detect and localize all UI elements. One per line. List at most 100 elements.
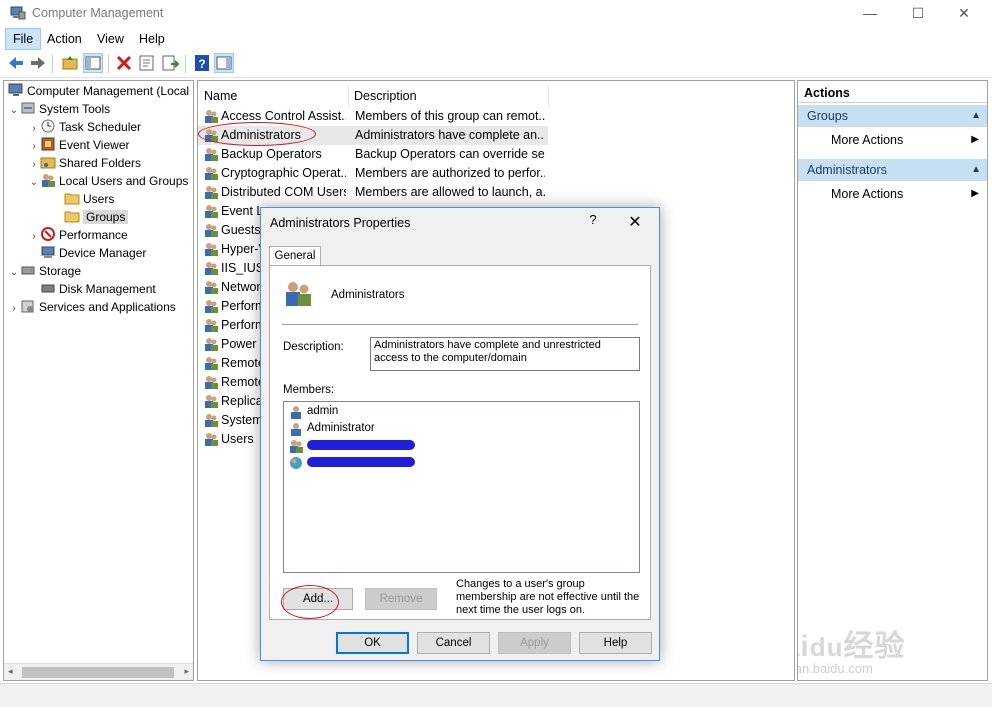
tree-item-computer-management[interactable]: Computer Management (Local [8, 82, 189, 100]
group-icon [290, 440, 303, 453]
group-icon [205, 110, 218, 123]
tree-item-shared-folders[interactable]: › Shared Folders [28, 154, 141, 172]
tree-horizontal-scrollbar[interactable]: ◂ ▸ [4, 663, 193, 680]
group-name-cell: Cryptographic Operat... [221, 166, 346, 180]
console-tree-icon [85, 56, 101, 70]
ok-button[interactable]: OK [336, 632, 409, 654]
red-annotation-add-button [281, 585, 339, 619]
menu-action[interactable]: Action [40, 28, 89, 50]
expanded-chevron-icon[interactable]: ⌄ [28, 174, 40, 192]
member-item-redacted[interactable] [287, 454, 487, 471]
properties-icon [139, 55, 154, 71]
redaction-scribble [307, 440, 415, 450]
group-icon [205, 167, 218, 180]
column-header-name[interactable]: Name [198, 85, 348, 107]
menu-file[interactable]: File [5, 28, 42, 50]
dialog-close-button[interactable]: ✕ [623, 212, 647, 232]
dialog-help-button[interactable]: ? [583, 212, 603, 232]
group-icon [205, 224, 218, 237]
collapse-up-icon[interactable]: ▲ [971, 105, 981, 127]
group-icon [205, 281, 218, 294]
show-hide-console-tree-button[interactable] [83, 53, 103, 73]
window-title: Computer Management [32, 6, 164, 20]
scroll-right-icon[interactable]: ▸ [184, 666, 189, 677]
system-tools-icon [21, 102, 35, 114]
computer-management-icon [10, 6, 26, 20]
event-viewer-icon [41, 137, 55, 151]
minimize-button[interactable]: — [848, 2, 892, 24]
title-bar: Computer Management — ☐ ✕ [0, 0, 992, 26]
help-button[interactable]: ? [192, 53, 212, 73]
action-pane-icon [216, 56, 232, 70]
user-icon [291, 423, 301, 436]
back-button[interactable] [6, 53, 26, 73]
svg-text:?: ? [198, 57, 205, 71]
storage-icon [21, 266, 35, 275]
group-description-cell: Administrators have complete an... [355, 128, 545, 142]
scrollbar-thumb[interactable] [22, 667, 174, 678]
members-list[interactable]: admin Administrator [283, 401, 640, 573]
tree-item-performance[interactable]: › Performance [28, 226, 128, 244]
description-field[interactable]: Administrators have complete and unrestr… [370, 337, 640, 371]
tree-item-device-manager[interactable]: Device Manager [40, 244, 146, 262]
collapse-up-icon[interactable]: ▲ [971, 159, 981, 181]
group-icon [205, 262, 218, 275]
menu-bar: File Action View Help [0, 28, 992, 50]
group-description-cell: Backup Operators can override se... [355, 147, 545, 161]
table-row[interactable]: Backup Operators Backup Operators can ove… [198, 145, 548, 164]
menu-view[interactable]: View [90, 28, 131, 50]
tree-item-local-users-groups[interactable]: ⌄ Local Users and Groups [28, 172, 188, 190]
tree-item-disk-management[interactable]: Disk Management [40, 280, 156, 298]
tree-item-storage[interactable]: ⌄ Storage [8, 262, 81, 280]
group-name-cell: Distributed COM Users [221, 185, 346, 199]
member-item-redacted[interactable] [287, 437, 487, 454]
group-icon [205, 433, 218, 446]
status-bar [0, 683, 992, 707]
maximize-button[interactable]: ☐ [896, 2, 940, 24]
collapsed-chevron-icon[interactable]: › [28, 228, 40, 246]
forward-button[interactable] [28, 53, 48, 73]
tree-item-services-applications[interactable]: › Services and Applications [8, 298, 175, 318]
actions-section-groups[interactable]: Groups ▲ [798, 105, 987, 127]
tree-item-groups[interactable]: Groups [64, 208, 129, 226]
cancel-button[interactable]: Cancel [417, 632, 490, 654]
more-actions-administrators[interactable]: More Actions ▶ [798, 183, 987, 205]
delete-button[interactable] [114, 53, 134, 73]
expanded-chevron-icon[interactable]: ⌄ [8, 264, 20, 282]
tree-item-event-viewer[interactable]: › Event Viewer [28, 136, 129, 154]
tab-general[interactable]: General [269, 246, 321, 266]
disk-icon [41, 284, 55, 293]
members-label: Members: [283, 384, 335, 396]
scroll-left-icon[interactable]: ◂ [8, 666, 13, 677]
column-header-description[interactable]: Description [348, 85, 548, 107]
apply-button[interactable]: Apply [498, 632, 571, 654]
properties-button[interactable] [137, 53, 157, 73]
baidu-watermark-logo: Baidu经验 [798, 630, 906, 663]
tree-item-users[interactable]: Users [64, 190, 114, 208]
group-icon [205, 243, 218, 256]
tree-item-system-tools[interactable]: ⌄ System Tools [8, 100, 110, 118]
more-actions-groups[interactable]: More Actions ▶ [798, 129, 987, 151]
group-icon [205, 338, 218, 351]
remove-button[interactable]: Remove [365, 588, 437, 610]
up-folder-button[interactable] [60, 53, 80, 73]
expanded-chevron-icon[interactable]: ⌄ [8, 102, 20, 120]
membership-note: Changes to a user's group membership are… [456, 578, 640, 616]
group-description-cell: Members are allowed to launch, a... [355, 185, 545, 199]
actions-section-administrators[interactable]: Administrators ▲ [798, 159, 987, 181]
close-window-button[interactable]: ✕ [942, 2, 986, 24]
separator [282, 324, 638, 325]
group-icon [205, 414, 218, 427]
export-list-button[interactable] [160, 53, 180, 73]
clock-icon [41, 119, 55, 133]
folder-icon [64, 193, 80, 205]
help-dialog-button[interactable]: Help [579, 632, 652, 654]
table-row[interactable]: Distributed COM Users Members are allowed… [198, 183, 548, 202]
group-icon [205, 376, 218, 389]
table-row[interactable]: Cryptographic Operat... Members are autho… [198, 164, 548, 183]
menu-help[interactable]: Help [132, 28, 172, 50]
tree-item-task-scheduler[interactable]: › Task Scheduler [28, 118, 141, 136]
collapsed-chevron-icon[interactable]: › [8, 300, 20, 318]
group-name-label: Administrators [331, 289, 405, 301]
show-hide-action-pane-button[interactable] [214, 53, 234, 73]
